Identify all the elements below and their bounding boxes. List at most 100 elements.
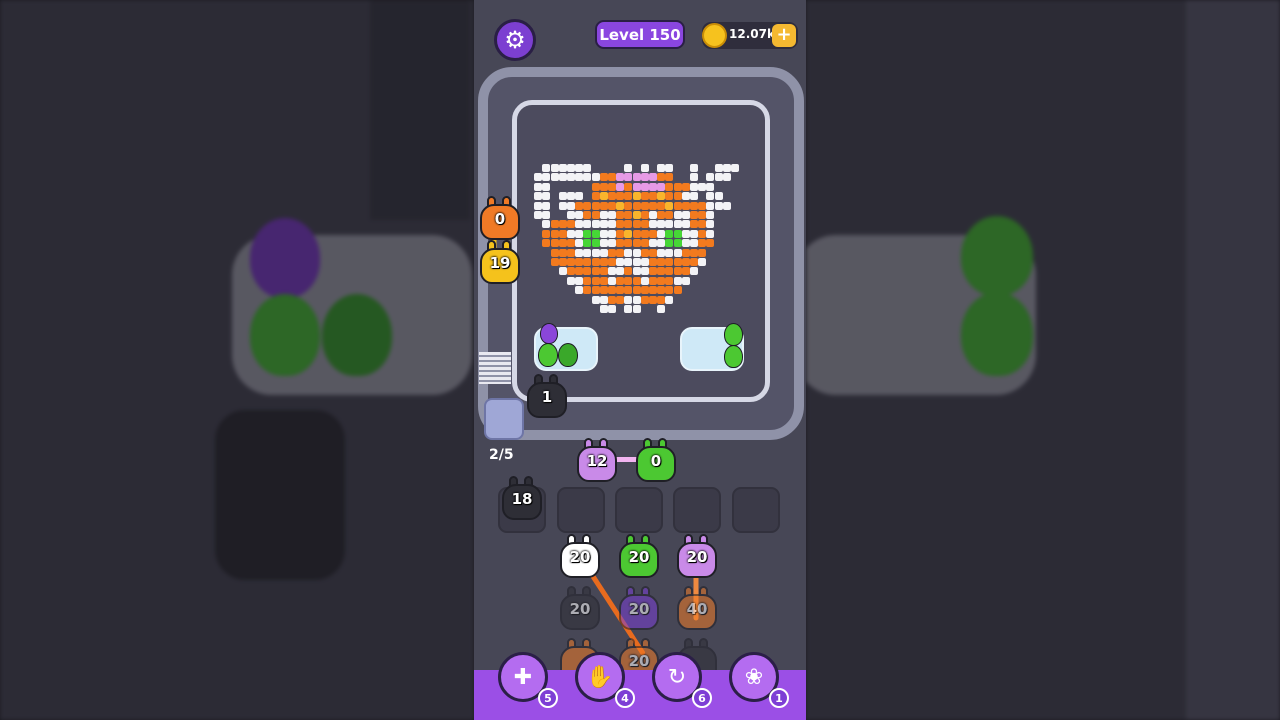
shuffle-count-badge: 6 [692, 688, 712, 708]
pixel-block [690, 192, 698, 201]
pixel-block [640, 173, 649, 182]
pixel-block [640, 258, 649, 266]
pixel-block [575, 164, 584, 172]
add-coins-button[interactable]: + [772, 24, 796, 47]
green-egg-bottom [724, 345, 743, 368]
bunny-count: 20 [686, 548, 708, 566]
pixel-block [714, 173, 723, 182]
conveyor-picker[interactable]: 0 [478, 196, 522, 240]
pixel-block [583, 229, 592, 238]
pixel-block [657, 295, 666, 304]
egg-tray-right [680, 323, 744, 371]
pixel-block [583, 173, 592, 182]
pixel-block [698, 220, 707, 229]
pixel-block [616, 276, 625, 285]
pixel-block [616, 248, 625, 257]
slot-4[interactable] [673, 487, 721, 533]
pixel-block [624, 201, 633, 210]
bunny-count: 20 [569, 548, 591, 566]
pixel-block [632, 173, 641, 182]
pixel-block [673, 201, 682, 210]
pixel-block [616, 258, 625, 266]
pixel-block [714, 164, 723, 172]
pixel-block [706, 173, 715, 182]
settings-button[interactable]: ⚙ [494, 19, 536, 61]
bunny-count: 20 [628, 548, 650, 566]
pixel-block [657, 182, 666, 191]
pixel-block [681, 229, 690, 238]
pixel-block [690, 211, 698, 219]
bunny-count: 40 [686, 600, 708, 618]
bg-green-egg-right-2 [961, 292, 1033, 376]
pixel-block [649, 229, 657, 238]
pixel-block [640, 248, 649, 257]
column-bunny[interactable]: 20 [558, 534, 602, 578]
bg-purple-egg [250, 218, 320, 298]
pixel-block [690, 182, 698, 191]
pixel-block [673, 258, 682, 266]
pixel-block [698, 211, 707, 219]
coin-icon [702, 23, 727, 48]
pixel-block [640, 220, 649, 229]
pixel-block [681, 220, 690, 229]
pixel-block [706, 220, 715, 229]
pixel-block [722, 173, 731, 182]
pixel-block [608, 248, 616, 257]
pixel-block [608, 276, 616, 285]
holding-bunny[interactable]: 0 [634, 438, 678, 482]
pixel-block [681, 211, 690, 219]
pixel-block [558, 201, 567, 210]
pixel-block [673, 182, 682, 191]
pixel-block [583, 201, 592, 210]
pixel-block [542, 201, 551, 210]
background-left [0, 0, 474, 720]
pixel-block [624, 182, 633, 191]
column-bunny[interactable]: 20 [675, 534, 719, 578]
pixel-block [649, 211, 657, 219]
pixel-block [698, 182, 707, 191]
pixel-block [616, 286, 625, 295]
cracked-green-egg [558, 343, 578, 367]
slot-bunny[interactable]: 18 [500, 476, 544, 520]
background-right [806, 0, 1280, 720]
pixel-block [681, 192, 690, 201]
pixel-block [624, 305, 633, 313]
pixel-block [673, 239, 682, 248]
pixel-block [591, 239, 600, 248]
pixel-block [616, 220, 625, 229]
pixel-block [640, 211, 649, 219]
pixel-block [567, 276, 575, 285]
pixel-block [558, 258, 567, 266]
gear-icon: ⚙ [504, 26, 526, 54]
conveyor-picker[interactable]: 19 [478, 240, 522, 284]
pixel-block [591, 286, 600, 295]
pixel-block [567, 192, 575, 201]
pixel-block [632, 220, 641, 229]
pixel-block [624, 211, 633, 219]
holding-bunny[interactable]: 12 [575, 438, 619, 482]
pixel-block [558, 220, 567, 229]
pixel-block [640, 201, 649, 210]
pixel-block [657, 211, 666, 219]
column-bunny[interactable]: 20 [617, 534, 661, 578]
pixel-block [649, 267, 657, 276]
pixel-block [640, 239, 649, 248]
pixel-block [681, 276, 690, 285]
pixel-block [550, 248, 559, 257]
pixel-block [534, 192, 543, 201]
pixel-block [632, 286, 641, 295]
slot-5[interactable] [732, 487, 780, 533]
pixel-block [665, 267, 674, 276]
pixel-block [542, 192, 551, 201]
conveyor-bunny[interactable]: 1 [525, 374, 569, 418]
pixel-block [616, 239, 625, 248]
pixel-block [649, 173, 657, 182]
slot-3[interactable] [615, 487, 663, 533]
slot-2[interactable] [557, 487, 605, 533]
hand-count-badge: 4 [615, 688, 635, 708]
pixel-block [706, 229, 715, 238]
pixel-block [558, 164, 567, 172]
pixel-block [575, 192, 584, 201]
pixel-block [649, 201, 657, 210]
pixel-block [608, 239, 616, 248]
